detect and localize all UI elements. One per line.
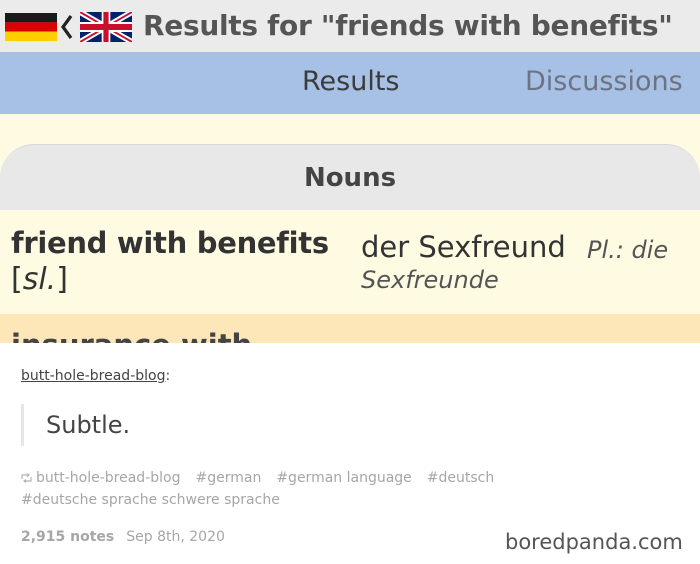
- uk-flag-icon[interactable]: [80, 12, 132, 42]
- author-link[interactable]: butt-hole-bread-blog: [21, 368, 165, 384]
- tumblr-post: butt-hole-bread-blog: Subtle. butt-hole-…: [0, 343, 700, 564]
- plural-label: Pl.: die: [587, 236, 669, 264]
- reblog-source-label: butt-hole-bread-blog: [36, 470, 181, 486]
- quote-text: Subtle.: [46, 411, 131, 439]
- tab-bar: Results Discussions: [0, 52, 700, 114]
- watermark: boredpanda.com: [505, 530, 683, 554]
- app-title-bar: Results for "friends with benefits": [0, 0, 700, 52]
- tag-german[interactable]: #german: [195, 467, 261, 489]
- tag-deutsche-sprache[interactable]: #deutsche sprache schwere sprache: [21, 489, 280, 511]
- dictionary-entry-row[interactable]: friend with benefits [sl.] der Sexfreund…: [0, 210, 700, 314]
- post-date: Sep 8th, 2020: [126, 529, 225, 545]
- dictionary-entry-row-next[interactable]: insurance with: [0, 314, 700, 343]
- reblog-icon: [21, 473, 32, 483]
- german-term: der Sexfreund: [361, 230, 566, 264]
- results-title: Results for "friends with benefits": [143, 9, 673, 42]
- english-term-next: insurance with: [11, 328, 252, 343]
- tab-discussions[interactable]: Discussions: [525, 66, 683, 97]
- post-meta: 2,915 notes Sep 8th, 2020: [21, 529, 225, 545]
- notes-count[interactable]: 2,915 notes: [21, 529, 114, 545]
- reblog-source[interactable]: butt-hole-bread-blog: [21, 467, 180, 489]
- register-tag: [sl.]: [11, 262, 68, 297]
- section-title: Nouns: [303, 163, 397, 193]
- tag-german-language[interactable]: #german language: [276, 467, 411, 489]
- tab-results[interactable]: Results: [302, 66, 400, 97]
- dictionary-app-screenshot: Results for "friends with benefits" Resu…: [0, 0, 700, 343]
- section-header-nouns: Nouns: [0, 144, 700, 210]
- post-tags: butt-hole-bread-blog #german #german langu…: [21, 467, 541, 511]
- chevron-left-icon[interactable]: [60, 13, 74, 41]
- post-author: butt-hole-bread-blog:: [21, 368, 170, 384]
- blockquote: Subtle.: [21, 404, 221, 446]
- author-colon: :: [165, 368, 171, 384]
- english-term: friend with benefits: [11, 226, 329, 260]
- register-tag-text: sl.: [22, 262, 57, 297]
- germany-flag-icon[interactable]: [5, 13, 57, 41]
- plural-form: Sexfreunde: [361, 266, 499, 294]
- tag-deutsch[interactable]: #deutsch: [427, 467, 494, 489]
